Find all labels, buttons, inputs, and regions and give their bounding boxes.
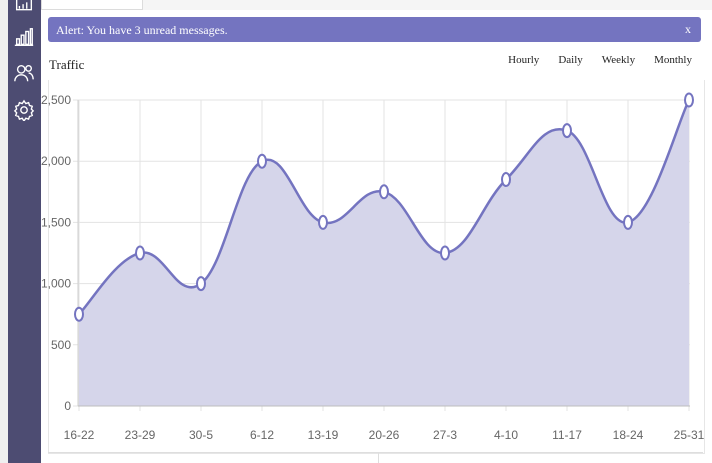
- x-tick-label: 25-31: [674, 428, 705, 442]
- top-tab[interactable]: [41, 0, 143, 10]
- x-tick-label: 4-10: [494, 428, 518, 442]
- period-daily[interactable]: Daily: [558, 54, 582, 66]
- data-point: [623, 214, 633, 230]
- alert-close-button[interactable]: x: [685, 22, 691, 37]
- period-hourly[interactable]: Hourly: [508, 54, 539, 66]
- y-tick-label: 1,000: [41, 277, 71, 291]
- data-point: [135, 245, 145, 261]
- y-tick-label: 2,000: [41, 154, 71, 168]
- x-tick-label: 16-22: [64, 428, 95, 442]
- x-tick-label: 27-3: [433, 428, 457, 442]
- alert-text: Alert: You have 3 unread messages.: [56, 23, 228, 37]
- data-point: [501, 172, 511, 188]
- bottom-column-divider: [378, 453, 379, 463]
- x-tick-label: 18-24: [613, 428, 644, 442]
- data-point: [684, 92, 694, 108]
- y-tick-label: 500: [51, 338, 71, 352]
- traffic-chart: 0 500 1,000 1,500 2,000 2,500 16-22 23-29 30-5 6-…: [41, 92, 705, 442]
- alert-banner: Alert: You have 3 unread messages. x: [48, 17, 701, 42]
- data-point: [562, 123, 572, 139]
- period-selector: Hourly Daily Weekly Monthly: [508, 54, 692, 66]
- period-monthly[interactable]: Monthly: [654, 54, 692, 66]
- x-tick-label: 11-17: [552, 428, 582, 442]
- panel-title: Traffic: [49, 57, 85, 72]
- x-tick-label: 20-26: [369, 428, 400, 442]
- data-point: [440, 245, 450, 261]
- data-point: [379, 184, 389, 200]
- bottom-divider: [48, 452, 703, 453]
- x-tick-label: 23-29: [125, 428, 156, 442]
- y-tick-label: 1,500: [41, 215, 71, 229]
- y-tick-label: 2,500: [41, 93, 71, 107]
- period-weekly[interactable]: Weekly: [602, 54, 635, 66]
- x-tick-label: 13-19: [308, 428, 339, 442]
- x-tick-label: 6-12: [250, 428, 274, 442]
- data-point: [196, 276, 206, 292]
- data-point: [257, 153, 267, 169]
- reports-icon[interactable]: [12, 0, 36, 18]
- data-point: [318, 214, 328, 230]
- x-tick-label: 30-5: [189, 428, 213, 442]
- y-tick-label: 0: [64, 399, 71, 413]
- bar-chart-icon[interactable]: [12, 25, 36, 49]
- data-point: [74, 306, 84, 322]
- top-strip: [41, 0, 712, 10]
